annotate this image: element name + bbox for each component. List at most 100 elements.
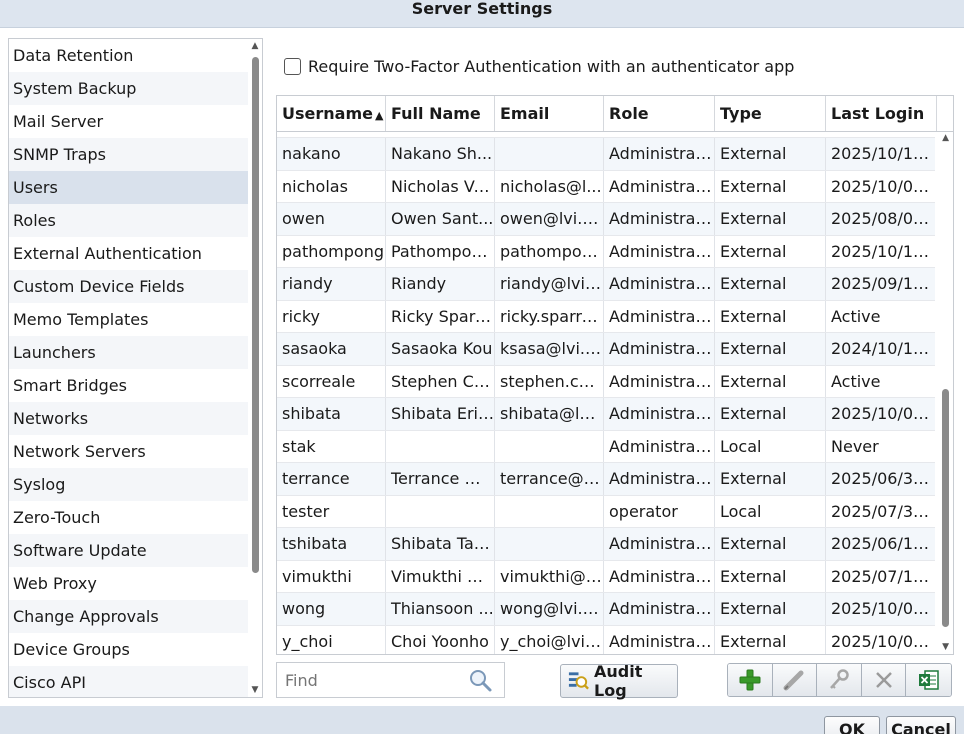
cell-type: External <box>715 235 826 267</box>
cell-type: Local <box>715 495 826 527</box>
sidebar-item-snmp-traps[interactable]: SNMP Traps <box>9 138 262 171</box>
sidebar-item-device-groups[interactable]: Device Groups <box>9 633 262 666</box>
cell-email: terrance@l... <box>495 463 604 495</box>
cancel-button[interactable]: Cancel <box>886 716 956 734</box>
cell-username: nicholas <box>277 170 386 202</box>
table-row[interactable]: owen Owen Sant... owen@lvi.c... Administrat… <box>277 203 953 236</box>
table-row[interactable]: shibata Shibata Erin... shibata@lvi... Admi… <box>277 398 953 431</box>
cell-email: vimukthi@l... <box>495 560 604 592</box>
sidebar-item-users[interactable]: Users <box>9 171 262 204</box>
table-row[interactable]: terrance Terrance Mi... terrance@l... Admin… <box>277 463 953 496</box>
table-row[interactable]: vimukthi Vimukthi Di... vimukthi@l... Admin… <box>277 560 953 593</box>
audit-log-button[interactable]: Audit Log <box>560 662 678 700</box>
sidebar-item-change-approvals[interactable]: Change Approvals <box>9 600 262 633</box>
scroll-up-arrow-icon[interactable]: ▲ <box>250 41 260 51</box>
table-row[interactable]: y_choi Choi Yoonho y_choi@lvi.... Administr… <box>277 625 953 654</box>
cell-role: Administrator <box>604 365 715 397</box>
add-user-button[interactable] <box>728 664 773 696</box>
sidebar-item-web-proxy[interactable]: Web Proxy <box>9 567 262 600</box>
users-table: Username ▲ Full Name Email Role Type Last… <box>276 95 954 655</box>
scroll-down-arrow-icon[interactable]: ▼ <box>250 685 260 695</box>
sidebar-item-networks[interactable]: Networks <box>9 402 262 435</box>
sidebar-item-software-update[interactable]: Software Update <box>9 534 262 567</box>
sidebar-item-mail-server[interactable]: Mail Server <box>9 105 262 138</box>
cell-email <box>495 495 604 527</box>
table-row[interactable]: nakano Nakano Sh... Administrator External 2… <box>277 138 953 171</box>
excel-export-icon <box>918 670 939 690</box>
sidebar-item-data-retention[interactable]: Data Retention <box>9 39 262 72</box>
cell-last-login: 2025/10/07... <box>826 398 937 430</box>
two-factor-checkbox[interactable] <box>284 57 301 75</box>
column-header-email[interactable]: Email <box>495 96 604 131</box>
table-scrollbar[interactable]: ▲ ▼ <box>935 133 953 654</box>
window-title: Server Settings <box>0 0 964 28</box>
table-row[interactable]: tester operator Local 2025/07/30... <box>277 495 953 528</box>
cell-username: vimukthi <box>277 560 386 592</box>
table-row[interactable]: sasaoka Sasaoka Kou ksasa@lvi.c... Administ… <box>277 333 953 366</box>
table-row[interactable]: tshibata Shibata Tats... Administrator Exte… <box>277 528 953 561</box>
table-row[interactable]: ricky Ricky Sparr... ricky.sparro... Admini… <box>277 300 953 333</box>
table-row[interactable]: scorreale Stephen Co... stephen.cor... Admi… <box>277 365 953 398</box>
cell-role: Administrator <box>604 300 715 332</box>
column-header-type[interactable]: Type <box>715 96 826 131</box>
cell-full-name: Thiansoon ... <box>386 593 495 625</box>
cell-role: Administrator <box>604 203 715 235</box>
table-row[interactable]: riandy Riandy riandy@lvi.... Administrator E… <box>277 268 953 301</box>
delete-user-button[interactable] <box>861 664 907 696</box>
edit-user-button[interactable] <box>772 664 818 696</box>
cell-email: ricky.sparro... <box>495 300 604 332</box>
sidebar-item-custom-device-fields[interactable]: Custom Device Fields <box>9 270 262 303</box>
sidebar-item-zero-touch[interactable]: Zero-Touch <box>9 501 262 534</box>
cell-last-login: 2025/07/30... <box>826 495 937 527</box>
column-header-username[interactable]: Username ▲ <box>277 96 386 131</box>
table-row[interactable]: nicholas Nicholas Va... nicholas@l... Admin… <box>277 170 953 203</box>
cell-full-name: Terrance Mi... <box>386 463 495 495</box>
cell-type: External <box>715 333 826 365</box>
sidebar-item-network-servers[interactable]: Network Servers <box>9 435 262 468</box>
scroll-down-arrow-icon[interactable]: ▼ <box>942 642 949 652</box>
cell-username: terrance <box>277 463 386 495</box>
add-icon <box>739 669 761 691</box>
scroll-up-arrow-icon[interactable]: ▲ <box>942 133 949 143</box>
table-row[interactable]: wong Thiansoon ... wong@lvi.c... Administra… <box>277 593 953 626</box>
cell-type: External <box>715 625 826 654</box>
cell-email: stephen.cor... <box>495 365 604 397</box>
dialog-footer <box>0 706 964 734</box>
table-row[interactable]: pathompong Pathompon... pathompon... Admini… <box>277 235 953 268</box>
find-input[interactable] <box>277 670 467 690</box>
settings-sidebar[interactable]: Data Retention System Backup Mail Server SN… <box>8 38 263 698</box>
sidebar-scrollbar[interactable]: ▲ ▼ <box>248 39 262 697</box>
cell-username: owen <box>277 203 386 235</box>
cell-username: scorreale <box>277 365 386 397</box>
audit-log-icon <box>568 672 589 690</box>
cell-role: Administrator <box>604 138 715 170</box>
export-excel-button[interactable] <box>906 664 951 696</box>
sidebar-item-system-backup[interactable]: System Backup <box>9 72 262 105</box>
cell-role: Administrator <box>604 528 715 560</box>
ok-button[interactable]: OK <box>824 716 880 734</box>
cell-role: operator <box>604 495 715 527</box>
column-header-full-name[interactable]: Full Name <box>386 96 495 131</box>
column-header-last-login[interactable]: Last Login <box>826 96 937 131</box>
sidebar-item-external-authentication[interactable]: External Authentication <box>9 237 262 270</box>
change-password-button[interactable] <box>817 664 862 696</box>
cell-last-login: 2025/10/09... <box>826 625 937 654</box>
sidebar-item-syslog[interactable]: Syslog <box>9 468 262 501</box>
sidebar-item-memo-templates[interactable]: Memo Templates <box>9 303 262 336</box>
sidebar-item-cisco-api[interactable]: Cisco API <box>9 666 262 697</box>
table-body: nakano Nakano Sh... Administrator External 2… <box>277 138 953 654</box>
cell-last-login: 2025/07/15... <box>826 560 937 592</box>
sidebar-item-smart-bridges[interactable]: Smart Bridges <box>9 369 262 402</box>
sidebar-item-launchers[interactable]: Launchers <box>9 336 262 369</box>
sidebar-item-roles[interactable]: Roles <box>9 204 262 237</box>
sort-ascending-icon: ▲ <box>374 109 384 122</box>
sidebar-scroll-thumb[interactable] <box>252 57 259 573</box>
cell-type: External <box>715 365 826 397</box>
table-scroll-thumb[interactable] <box>942 389 949 627</box>
find-field[interactable] <box>276 662 505 698</box>
magnifier-icon[interactable] <box>467 667 493 693</box>
cell-username: tester <box>277 495 386 527</box>
table-row[interactable]: stak Administrator Local Never <box>277 430 953 463</box>
two-factor-option[interactable]: Require Two-Factor Authentication with a… <box>284 55 794 77</box>
column-header-role[interactable]: Role <box>604 96 715 131</box>
